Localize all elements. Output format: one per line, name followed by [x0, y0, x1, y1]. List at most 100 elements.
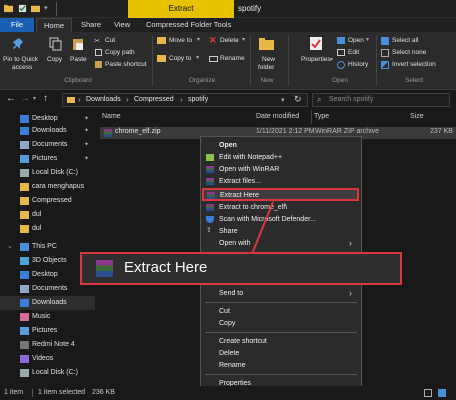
new-folder-icon	[259, 38, 274, 50]
pin-quick-access-label-2[interactable]: access	[12, 64, 32, 71]
nav-item[interactable]: cara menghapus	[0, 180, 95, 194]
up-arrow-icon[interactable]: ↑	[43, 93, 48, 104]
nav-item[interactable]: Redmi Note 4	[0, 338, 95, 352]
pin-quick-access-label[interactable]: Pin to Quick	[3, 56, 38, 63]
menu-item-create-shortcut[interactable]: Create shortcut	[201, 336, 361, 347]
forward-arrow-icon[interactable]: →	[20, 93, 30, 104]
nav-item[interactable]: dul	[0, 222, 95, 236]
search-icon: ⌕	[317, 95, 322, 104]
column-header-date[interactable]: Date modified	[256, 110, 299, 124]
nav-item[interactable]: dul	[0, 208, 95, 222]
edit-icon	[337, 49, 345, 56]
tab-compressed-tools[interactable]: Compressed Folder Tools	[140, 18, 237, 32]
nav-item[interactable]: Music	[0, 310, 95, 324]
new-folder-button-2[interactable]: folder	[258, 64, 274, 71]
menu-item-scan-defender[interactable]: Scan with Microsoft Defender...	[201, 214, 361, 225]
nav-item[interactable]: Local Disk (C:)	[0, 366, 95, 380]
menu-item-cut[interactable]: Cut	[201, 306, 361, 317]
large-icons-view-icon[interactable]	[438, 389, 446, 397]
menu-item-label: Open with WinRAR	[219, 166, 280, 173]
edit-button[interactable]: Edit	[348, 49, 359, 56]
column-header-size[interactable]: Size	[410, 110, 424, 124]
rename-button[interactable]: Rename	[220, 55, 245, 62]
tab-home[interactable]: Home	[36, 18, 72, 32]
menu-item-rename[interactable]: Rename	[201, 360, 361, 371]
menu-item-share[interactable]: ⇪ Share	[201, 226, 361, 237]
nav-item[interactable]: Pictures ✦	[0, 152, 95, 166]
select-none-button[interactable]: Select none	[392, 49, 426, 56]
menu-item-open-with[interactable]: Open with ›	[201, 238, 361, 249]
menu-item-send-to[interactable]: Send to ›	[201, 288, 361, 299]
divider	[376, 36, 377, 86]
address-dropdown-icon[interactable]: ▾	[281, 96, 285, 104]
expand-chevron-icon[interactable]: ⌄	[7, 240, 13, 254]
desktop-icon	[20, 115, 29, 123]
paste-shortcut-button[interactable]: Paste shortcut	[105, 61, 147, 68]
recent-locations-icon[interactable]: ▾	[33, 95, 36, 102]
select-none-icon	[381, 49, 389, 57]
copy-button[interactable]: Copy	[47, 56, 62, 63]
history-button[interactable]: History	[348, 61, 368, 68]
tab-file[interactable]: File	[0, 18, 34, 32]
menu-item-edit-notepad[interactable]: Edit with Notepad++	[201, 152, 361, 163]
nav-item[interactable]: Pictures	[0, 324, 95, 338]
paste-icon	[73, 39, 83, 50]
refresh-icon[interactable]: ↻	[294, 94, 302, 105]
documents-icon	[20, 141, 29, 149]
group-select-label: Select	[404, 77, 424, 84]
menu-item-copy[interactable]: Copy	[201, 318, 361, 329]
quick-access-dropdown-icon[interactable]: ▾	[44, 4, 48, 12]
divider	[56, 2, 57, 16]
new-folder-button[interactable]: New	[262, 56, 275, 63]
menu-item-label: Scan with Microsoft Defender...	[219, 216, 316, 223]
breadcrumb-spotify[interactable]: spotify	[188, 96, 208, 103]
search-input[interactable]: Search spotify	[329, 96, 373, 103]
context-tab-extract: Extract	[128, 0, 234, 18]
copy-to-button[interactable]: Copy to	[169, 55, 191, 62]
delete-button[interactable]: Delete	[220, 37, 239, 44]
menu-item-delete[interactable]: Delete	[201, 348, 361, 359]
nav-item[interactable]: Compressed	[0, 194, 95, 208]
properties-icon	[310, 37, 322, 50]
menu-item-extract-files[interactable]: Extract files...	[201, 176, 361, 187]
winrar-icon	[206, 166, 214, 173]
3d-objects-icon	[20, 257, 29, 265]
address-toolbar: ← → ▾ ↑ › Downloads › Compressed › spoti…	[0, 90, 456, 110]
nav-item[interactable]: Videos	[0, 352, 95, 366]
menu-item-extract-to[interactable]: Extract to chrome_elf\	[201, 202, 361, 213]
column-header-type[interactable]: Type	[314, 110, 329, 124]
nav-item[interactable]: Documents ✦	[0, 138, 95, 152]
back-arrow-icon[interactable]: ←	[6, 93, 16, 104]
group-organize-label: Organize	[188, 77, 216, 84]
tab-share[interactable]: Share	[75, 18, 107, 32]
menu-item-label: Cut	[219, 308, 230, 315]
breadcrumb-downloads[interactable]: Downloads	[86, 96, 121, 103]
search-box[interactable]: ⌕ Search spotify	[312, 93, 450, 107]
properties-icon[interactable]	[18, 4, 27, 13]
move-to-button[interactable]: Move to	[169, 37, 192, 44]
breadcrumb-compressed[interactable]: Compressed	[134, 96, 174, 103]
select-all-button[interactable]: Select all	[392, 37, 418, 44]
menu-item-label: Create shortcut	[219, 338, 267, 345]
menu-item-open-winrar[interactable]: Open with WinRAR	[201, 164, 361, 175]
invert-selection-button[interactable]: Invert selection	[392, 61, 436, 68]
nav-item[interactable]: Downloads ✦	[0, 124, 95, 138]
properties-button[interactable]: Properties	[301, 56, 331, 63]
copy-path-button[interactable]: Copy path	[105, 49, 135, 56]
paste-button[interactable]: Paste	[70, 56, 87, 63]
pin-icon	[13, 38, 23, 49]
details-view-icon[interactable]	[424, 389, 432, 397]
nav-item-label: Compressed	[32, 197, 72, 204]
nav-item[interactable]: Downloads	[0, 296, 95, 310]
new-folder-icon[interactable]	[31, 4, 40, 13]
nav-item[interactable]: Local Disk (C:)	[0, 166, 95, 180]
menu-item-open[interactable]: Open	[201, 140, 361, 151]
cut-button[interactable]: Cut	[105, 37, 115, 44]
file-name: chrome_elf.zip	[115, 128, 161, 135]
tab-view[interactable]: View	[108, 18, 136, 32]
address-bar[interactable]: › Downloads › Compressed › spotify ▾ ↻	[62, 93, 308, 107]
column-header-name[interactable]: Name	[102, 110, 121, 124]
chevron-right-icon: ›	[349, 288, 352, 298]
open-button[interactable]: Open	[348, 37, 364, 44]
menu-item-extract-here[interactable]: Extract Here	[202, 188, 359, 201]
